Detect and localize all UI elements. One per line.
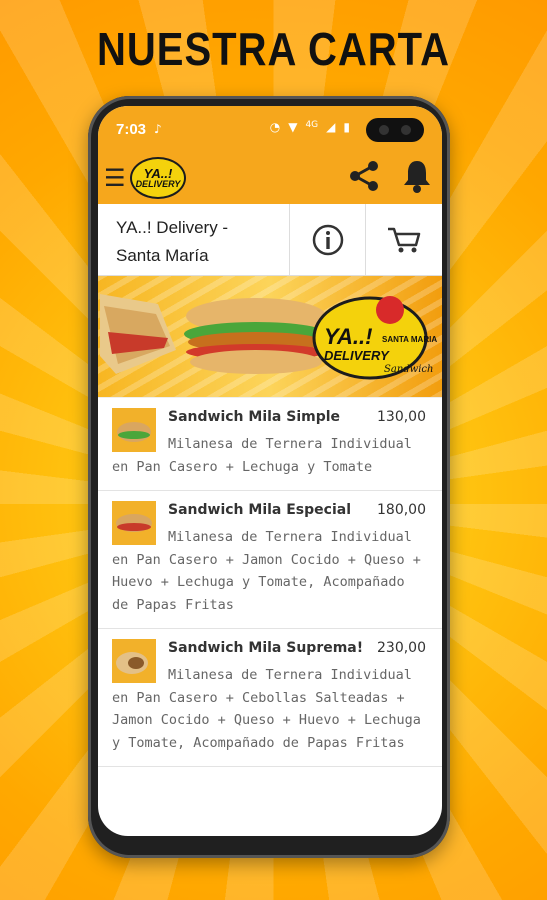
shop-name: YA..! Delivery - Santa María [98, 204, 290, 275]
item-description: Milanesa de Ternera Individual en Pan Ca… [112, 436, 412, 475]
promo-title: NUESTRA CARTA [97, 24, 450, 76]
network-label: 4G [305, 120, 319, 130]
item-name: Sandwich Mila Simple [168, 409, 341, 425]
shop-name-line2: Santa María [116, 246, 209, 265]
logo-text: YA..! DELIVERY [136, 167, 181, 189]
menu-list: Sandwich Mila Simple 130,00 Milanesa de … [98, 398, 442, 767]
item-name: Sandwich Mila Suprema! [168, 640, 364, 656]
info-icon [312, 224, 343, 255]
bell-icon[interactable] [402, 158, 432, 198]
menu-item[interactable]: Sandwich Mila Especial 180,00 Milanesa d… [98, 491, 442, 629]
app-bar: ☰ YA..! DELIVERY [98, 152, 442, 204]
menu-item[interactable]: Sandwich Mila Simple 130,00 Milanesa de … [98, 398, 442, 491]
phone-screen: 7:03 ♪ ◔ ▼ 4G ◢ ▮ ☰ YA..! DELIVERY YA..!… [98, 106, 442, 836]
status-time: 7:03 [116, 120, 147, 138]
item-price: 130,00 [377, 409, 426, 425]
status-icons: ◔ ▼ 4G ◢ ▮ [270, 120, 350, 134]
banner-logo: YA..! DELIVERY SANTA MARIA Sandwich [312, 296, 437, 380]
shop-header: YA..! Delivery - Santa María [98, 204, 442, 276]
item-description: Milanesa de Ternera Individual en Pan Ca… [112, 529, 421, 613]
banner-brand-bottom: DELIVERY [324, 348, 390, 363]
banner-badge: Sandwich [384, 364, 433, 375]
shop-name-line1: YA..! Delivery - [116, 218, 229, 237]
sandwich-left-image [100, 294, 176, 374]
item-price: 180,00 [377, 502, 426, 518]
banner-location: SANTA MARIA [382, 335, 437, 344]
item-thumbnail [112, 501, 156, 545]
item-description: Milanesa de Ternera Individual en Pan Ca… [112, 667, 421, 751]
info-button[interactable] [290, 204, 366, 275]
share-icon[interactable] [346, 158, 382, 198]
battery-icon: ▮ [343, 120, 350, 134]
app-logo[interactable]: YA..! DELIVERY [130, 157, 186, 199]
sync-icon: ◔ [269, 120, 281, 134]
banner-brand-top: YA..! [324, 324, 372, 349]
cart-icon [388, 227, 421, 252]
tiktok-icon: ♪ [154, 122, 162, 136]
item-thumbnail [112, 408, 156, 452]
sandwich-right-image [184, 298, 328, 374]
menu-item[interactable]: Sandwich Mila Suprema! 230,00 Milanesa d… [98, 629, 442, 767]
camera-cutout [366, 118, 424, 142]
item-price: 230,00 [377, 640, 426, 656]
item-name: Sandwich Mila Especial [168, 502, 351, 518]
hamburger-menu-icon[interactable]: ☰ [104, 164, 126, 192]
promo-banner: YA..! DELIVERY SANTA MARIA Sandwich [98, 276, 442, 398]
item-thumbnail [112, 639, 156, 683]
status-bar: 7:03 ♪ ◔ ▼ 4G ◢ ▮ [98, 106, 442, 152]
app-bar-actions [346, 158, 432, 198]
signal-icon: ◢ [326, 120, 336, 134]
wifi-icon: ▼ [288, 120, 298, 134]
cart-button[interactable] [366, 204, 442, 275]
logo-text-bottom: DELIVERY [135, 179, 181, 189]
